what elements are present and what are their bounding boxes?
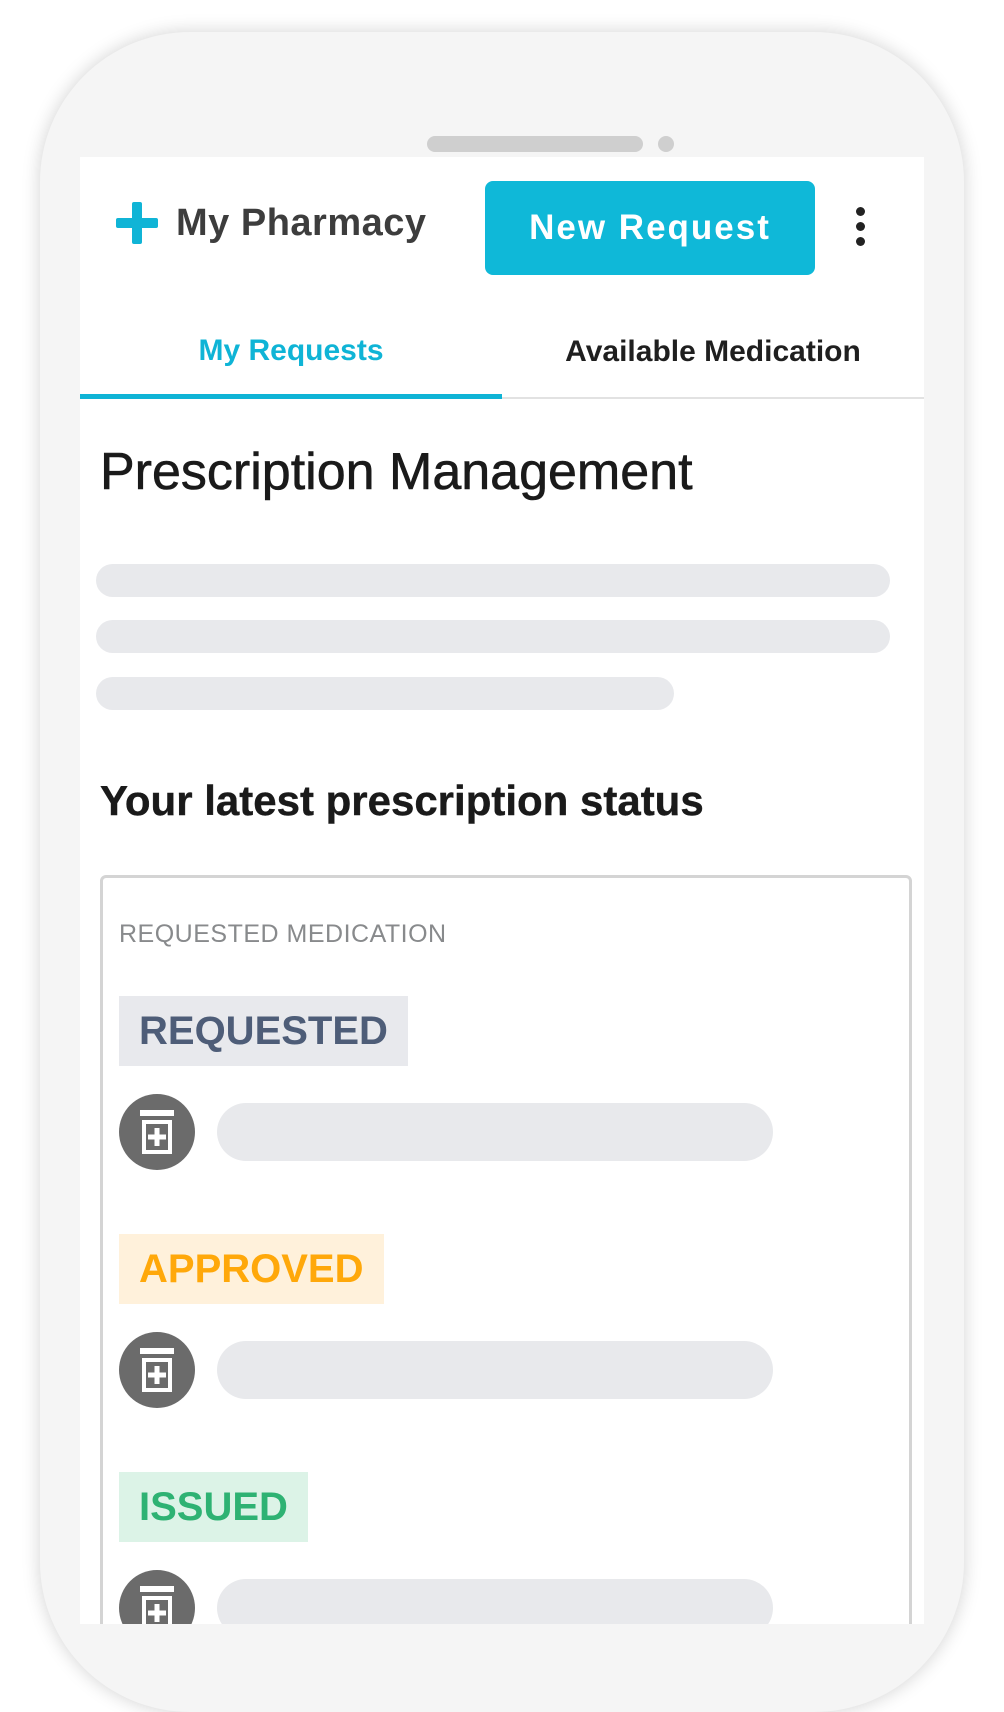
new-request-button[interactable]: New Request [485,181,815,275]
brand[interactable]: My Pharmacy [116,197,427,249]
medication-name-placeholder [217,1341,773,1399]
front-camera [658,136,674,152]
tab-available-medication[interactable]: Available Medication [502,307,924,397]
plus-icon [116,202,158,244]
medication-name-placeholder [217,1103,773,1161]
skeleton-line [96,677,674,710]
brand-name: My Pharmacy [176,201,427,244]
status-card: REQUESTED MEDICATION REQUESTED APPROVED [100,875,912,1624]
medicine-bottle-icon [119,1332,195,1408]
medicine-bottle-icon [119,1570,195,1624]
tab-bar: My Requests Available Medication [80,307,924,399]
card-label: REQUESTED MEDICATION [119,920,447,948]
skeleton-line [96,564,890,597]
status-badge-issued: ISSUED [119,1472,308,1542]
status-heading: Your latest prescription status [100,777,704,824]
status-badge-approved: APPROVED [119,1234,384,1304]
speaker-grille [427,136,643,152]
medicine-bottle-icon [119,1094,195,1170]
page-title: Prescription Management [100,443,693,502]
skeleton-line [96,620,890,653]
more-vertical-icon[interactable] [852,207,868,249]
tab-my-requests[interactable]: My Requests [80,307,502,399]
medication-name-placeholder [217,1579,773,1624]
app-screen: My Pharmacy New Request My Requests Avai… [80,157,924,1624]
status-badge-requested: REQUESTED [119,996,408,1066]
